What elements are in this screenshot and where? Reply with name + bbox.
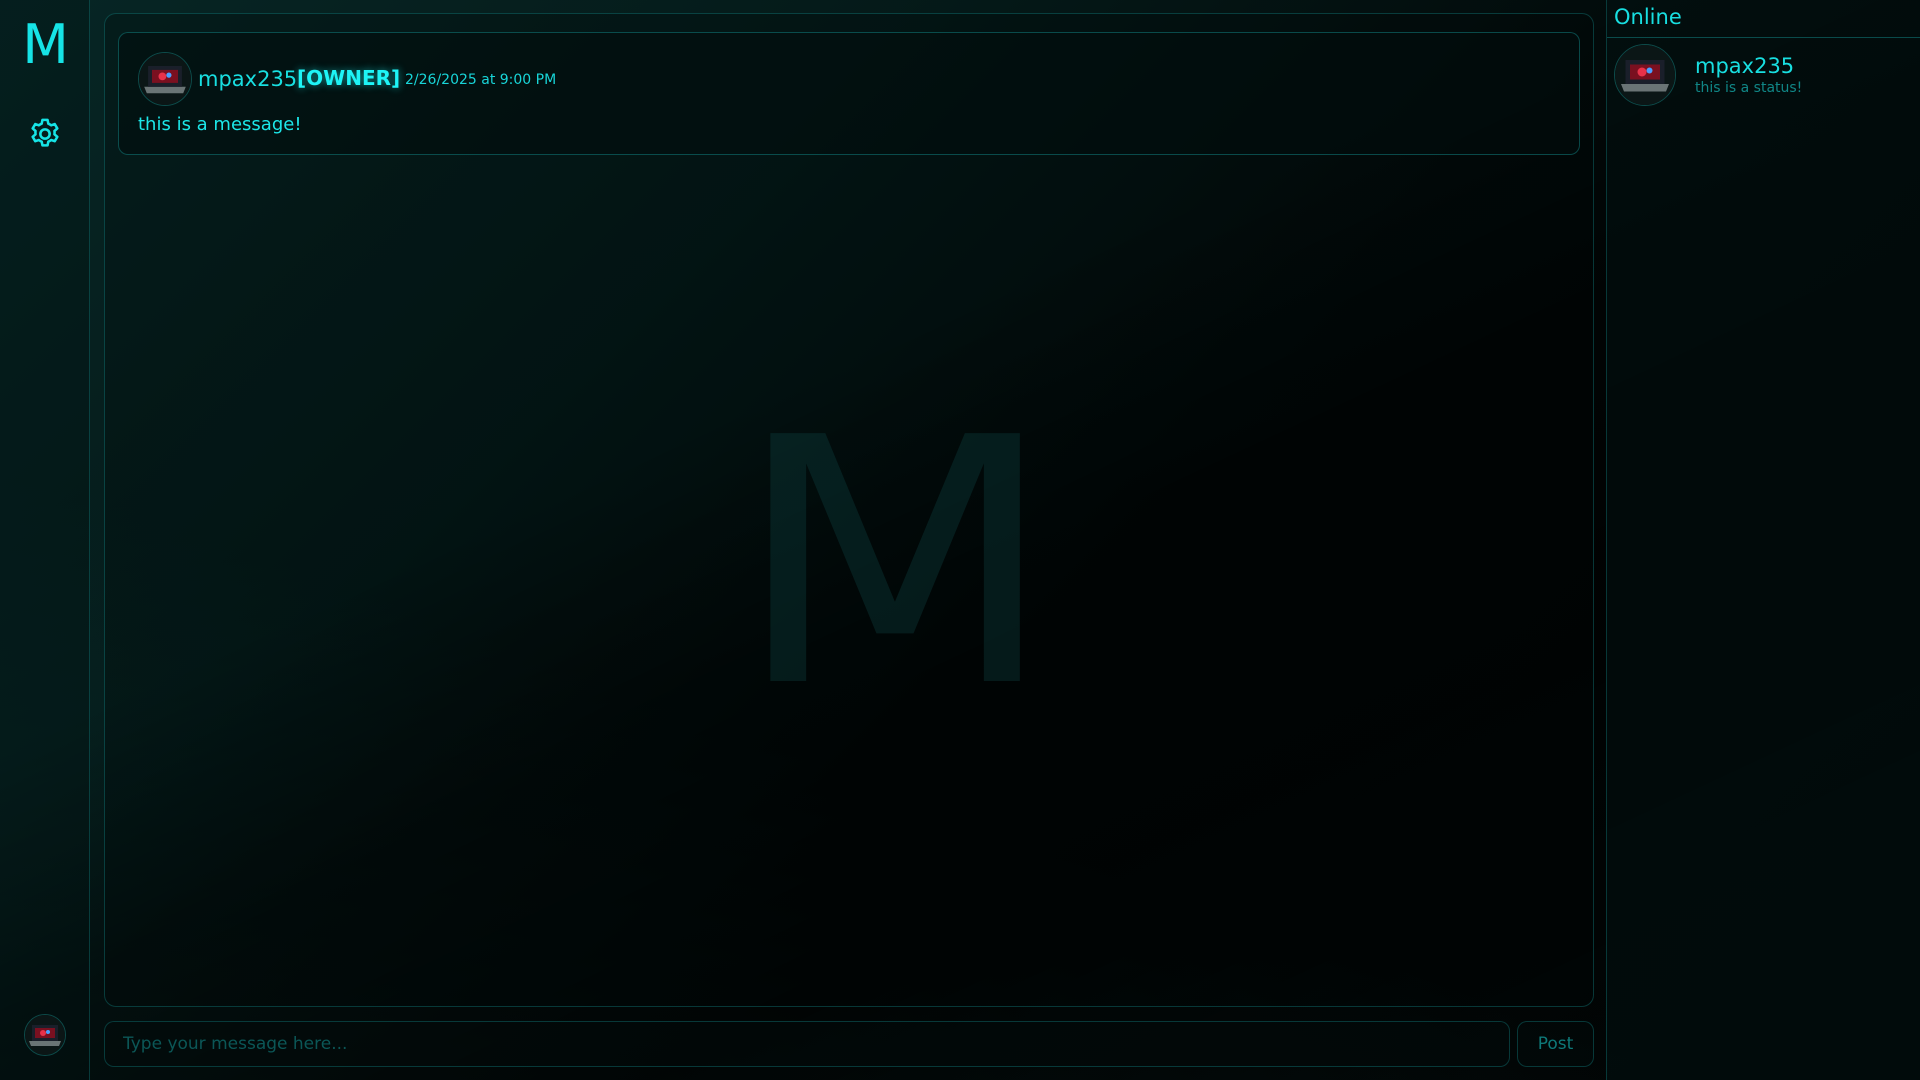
owner-badge: [OWNER] xyxy=(297,66,401,90)
message-text: this is a message! xyxy=(138,114,302,135)
message-composer xyxy=(104,1021,1510,1067)
app-root: M M mpax235 [OWNER] 2/26/2025 at 9:00 PM… xyxy=(0,0,1920,1080)
online-user-avatar xyxy=(1614,44,1676,106)
gear-icon[interactable] xyxy=(27,116,63,152)
divider xyxy=(1607,37,1920,38)
post-button[interactable]: Post xyxy=(1517,1021,1594,1067)
message-avatar[interactable] xyxy=(138,52,192,106)
message-input[interactable] xyxy=(105,1022,1509,1066)
chat-panel: M mpax235 [OWNER] 2/26/2025 at 9:00 PM t… xyxy=(104,13,1594,1007)
online-user-item[interactable]: mpax235 this is a status! xyxy=(1614,44,1914,108)
left-rail: M xyxy=(0,0,90,1080)
online-panel: Online mpax235 this is a status! xyxy=(1606,0,1920,1080)
app-logo[interactable]: M xyxy=(0,14,90,76)
online-user-status: this is a status! xyxy=(1695,80,1803,96)
online-title: Online xyxy=(1614,5,1682,29)
online-user-name: mpax235 xyxy=(1695,54,1795,78)
message-username[interactable]: mpax235 xyxy=(198,67,297,91)
current-user-avatar[interactable] xyxy=(24,1014,66,1056)
message-card: mpax235 [OWNER] 2/26/2025 at 9:00 PM thi… xyxy=(118,32,1580,155)
watermark-logo: M xyxy=(733,366,1057,762)
message-timestamp: 2/26/2025 at 9:00 PM xyxy=(405,72,557,88)
